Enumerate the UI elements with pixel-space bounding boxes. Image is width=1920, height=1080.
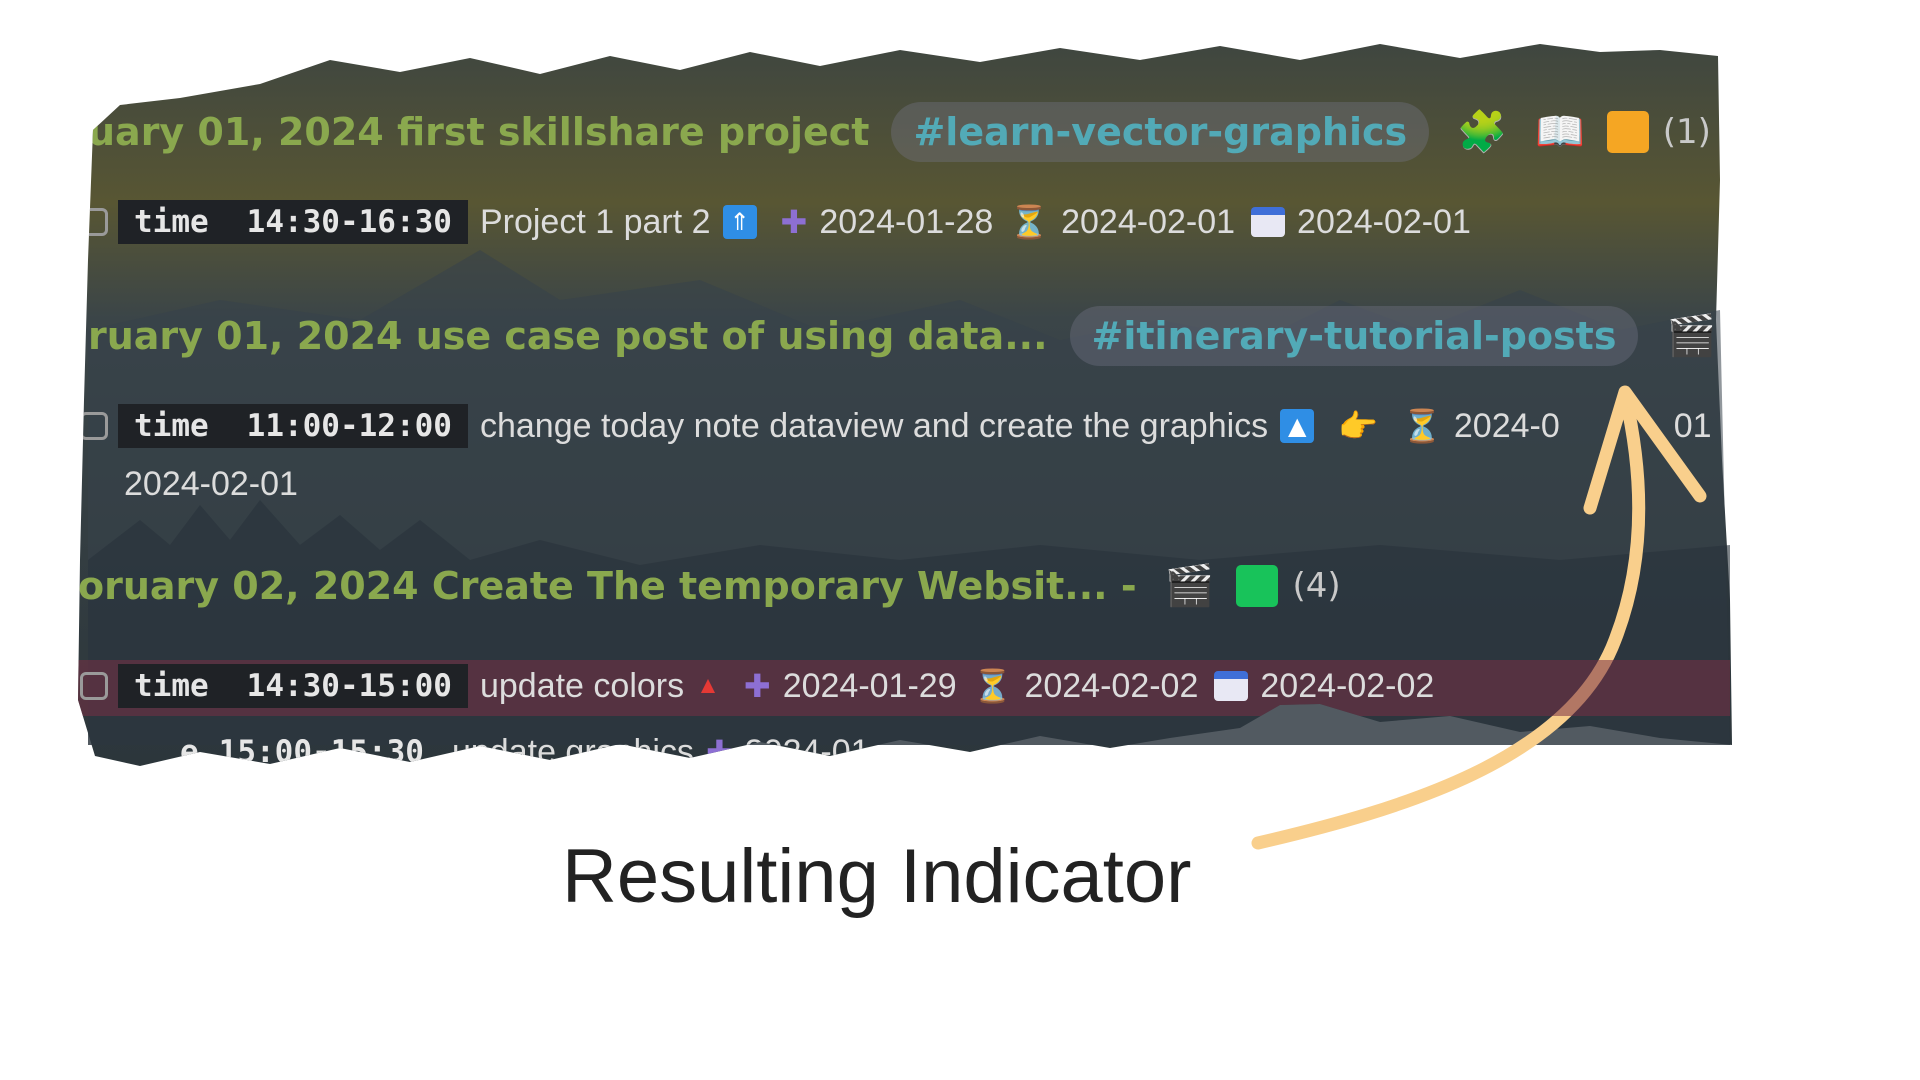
pointing-hand-icon: 👉 (1338, 408, 1379, 444)
hourglass-icon: ⏳ (1009, 204, 1050, 240)
project-heading-3[interactable]: oruary 02, 2024 Create The temporary Web… (78, 564, 1341, 608)
heading-title[interactable]: uary 01, 2024 first skillshare project (88, 110, 869, 154)
time-badge: time 14:30-16:30 (118, 200, 468, 244)
created-date: 2024-01-29 (782, 667, 957, 705)
task-checkbox[interactable] (80, 412, 108, 440)
book-icon: 📖 (1534, 109, 1585, 155)
task-title[interactable]: update colors (480, 664, 684, 708)
task-row-3: time 14:30-15:00 update colors ▲ ✚ 2024-0… (80, 664, 1438, 708)
time-range: 14:30-16:30 (246, 204, 452, 240)
task-title[interactable]: Project 1 part 2 (480, 200, 711, 244)
project-heading-1[interactable]: uary 01, 2024 first skillshare project #… (88, 102, 1711, 162)
task-row-2: time 11:00-12:00 change today note datavi… (80, 404, 1732, 448)
tag-pill[interactable]: #itinerary-tutorial-posts (1069, 306, 1639, 366)
caption-text: Resulting Indicator (562, 834, 1192, 919)
time-range: 11:00-12:00 (246, 408, 452, 444)
clapper-icon: 🎬 (1666, 313, 1717, 359)
scheduled-date-tail: 01 (1673, 407, 1712, 445)
time-label: time (134, 408, 209, 444)
created-plus-icon: ✚ (743, 668, 771, 704)
created-date: 2024-01-28 (819, 203, 994, 241)
task-row-2-wrap: 2024-02-01 (124, 462, 302, 506)
calendar-icon (1251, 207, 1286, 237)
hourglass-icon: ⏳ (1402, 408, 1442, 444)
heading-title[interactable]: oruary 02, 2024 Create The temporary Web… (78, 564, 1137, 608)
calendar-icon (1214, 671, 1249, 701)
time-label: time (134, 204, 209, 240)
created-plus-icon: ✚ (780, 204, 808, 240)
status-square-icon (1236, 565, 1279, 607)
high-priority-icon: ▲ (1280, 409, 1315, 443)
highest-priority-icon: ⇑ (722, 205, 757, 239)
task-count: (4) (1292, 566, 1341, 606)
time-badge: time 14:30-15:00 (118, 664, 468, 708)
time-label: time (134, 668, 209, 704)
task-checkbox[interactable] (80, 672, 108, 700)
time-range: 14:30-15:00 (246, 668, 452, 704)
red-triangle-icon: ▲ (696, 672, 720, 699)
scheduled-date: 2024-02-02 (1024, 667, 1199, 705)
status-square-icon (1606, 111, 1649, 153)
due-date: 2024-02-01 (1297, 203, 1471, 241)
scheduled-date-partial: 2024-0 (1453, 407, 1560, 445)
task-row-1: time 14:30-16:30 Project 1 part 2 ⇑ ✚ 202… (80, 200, 1475, 244)
scheduled-date: 2024-02-01 (1061, 203, 1236, 241)
hourglass-icon: ⏳ (972, 668, 1013, 704)
screenshot-scene: uary 01, 2024 first skillshare project #… (0, 0, 1920, 1080)
due-date: 2024-02-02 (1260, 667, 1435, 705)
heading-title[interactable]: ruary 01, 2024 use case post of using da… (88, 314, 1048, 358)
task-title[interactable]: change today note dataview and create th… (480, 404, 1268, 448)
due-date: 2024-02-01 (124, 465, 298, 503)
task-count: (1) (1662, 112, 1711, 152)
project-heading-2[interactable]: ruary 01, 2024 use case post of using da… (88, 306, 1732, 366)
puzzle-icon: 🧩 (1457, 109, 1507, 155)
time-badge: time 11:00-12:00 (118, 404, 468, 448)
tag-pill[interactable]: #learn-vector-graphics (891, 102, 1430, 162)
clapper-icon: 🎬 (1164, 563, 1215, 609)
